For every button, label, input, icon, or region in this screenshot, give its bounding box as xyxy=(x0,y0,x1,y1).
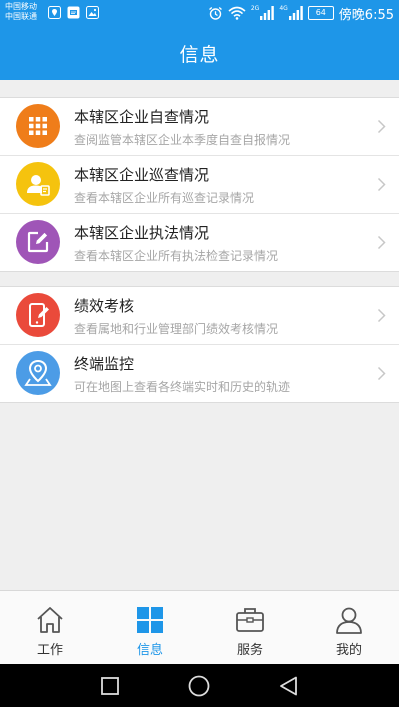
network-2g-label: 2G xyxy=(250,4,260,12)
chevron-right-icon xyxy=(377,177,386,192)
bottom-tab-bar: 工作 信息 服务 我的 xyxy=(0,590,399,665)
chevron-right-icon xyxy=(377,235,386,250)
list-item-performance[interactable]: 绩效考核 查看属地和行业管理部门绩效考核情况 xyxy=(0,287,399,345)
tab-service[interactable]: 服务 xyxy=(200,591,300,665)
chevron-right-icon xyxy=(377,366,386,381)
list-item-subtitle: 可在地图上查看各终端实时和历史的轨迹 xyxy=(74,380,291,394)
grid-icon xyxy=(16,104,60,148)
tab-work[interactable]: 工作 xyxy=(0,591,100,665)
clock: 傍晚6:55 xyxy=(338,7,394,23)
list-item-subtitle: 查阅监管本辖区企业本季度自查自报情况 xyxy=(74,133,291,147)
edit-icon xyxy=(16,220,60,264)
tab-label: 工作 xyxy=(36,643,63,658)
chevron-right-icon xyxy=(377,119,386,134)
carrier-1: 中国移动 xyxy=(5,2,37,11)
map-pin-icon xyxy=(16,351,60,395)
carrier-2: 中国联通 xyxy=(5,12,37,21)
list-item-patrol[interactable]: 本辖区企业巡查情况 查看本辖区企业所有巡查记录情况 xyxy=(0,156,399,214)
system-nav-bar xyxy=(0,664,399,707)
home-button[interactable] xyxy=(188,675,210,697)
list-item-title: 本辖区企业巡查情况 xyxy=(74,166,210,184)
chevron-right-icon xyxy=(377,308,386,323)
list-item-enforcement[interactable]: 本辖区企业执法情况 查看本辖区企业所有执法检查记录情况 xyxy=(0,214,399,271)
list-item-self-inspection[interactable]: 本辖区企业自查情况 查阅监管本辖区企业本季度自查自报情况 xyxy=(0,98,399,156)
status-right: 2G 4G 64 傍晚6:55 xyxy=(208,3,394,23)
tab-info[interactable]: 信息 xyxy=(100,591,200,665)
tab-label: 我的 xyxy=(335,643,362,658)
home-icon xyxy=(37,607,63,633)
signal-icon xyxy=(260,6,275,20)
status-bar: 中国移动 中国联通 2G 4G 64 傍晚6:55 xyxy=(0,0,399,26)
image-icon xyxy=(86,6,99,19)
windows-grid-icon xyxy=(137,607,163,633)
battery-icon: 64 xyxy=(307,6,334,20)
list-group-supervision: 本辖区企业自查情况 查阅监管本辖区企业本季度自查自报情况 本辖区企业巡查情况 查… xyxy=(0,97,399,272)
tab-label: 服务 xyxy=(236,643,263,658)
carrier-info: 中国移动 中国联通 xyxy=(5,2,37,22)
battery-level: 64 xyxy=(315,8,326,17)
signal-icon xyxy=(288,6,303,20)
list-item-title: 绩效考核 xyxy=(74,297,135,315)
user-icon xyxy=(336,607,362,634)
wifi-icon xyxy=(228,6,246,20)
tab-me[interactable]: 我的 xyxy=(299,591,399,665)
header: 信息 xyxy=(0,26,399,80)
network-4g-label: 4G xyxy=(279,4,288,12)
list-item-title: 本辖区企业执法情况 xyxy=(74,224,210,242)
alarm-icon xyxy=(208,6,222,20)
tab-label: 信息 xyxy=(136,643,163,658)
phone-edit-icon xyxy=(16,293,60,337)
list-item-title: 终端监控 xyxy=(74,355,135,373)
app-screen: 中国移动 中国联通 2G 4G 64 傍晚6:55 信息 本辖区企业自查情况 查… xyxy=(0,0,399,707)
list-group-management: 绩效考核 查看属地和行业管理部门绩效考核情况 终端监控 可在地图上查看各终端实时… xyxy=(0,286,399,403)
notification-icon xyxy=(67,6,80,19)
location-icon xyxy=(48,6,61,19)
list-item-title: 本辖区企业自查情况 xyxy=(74,108,210,126)
inspector-icon xyxy=(16,162,60,206)
list-item-subtitle: 查看属地和行业管理部门绩效考核情况 xyxy=(74,322,279,336)
list-item-subtitle: 查看本辖区企业所有执法检查记录情况 xyxy=(74,249,279,263)
list-item-subtitle: 查看本辖区企业所有巡查记录情况 xyxy=(74,191,255,205)
toolbox-icon xyxy=(236,608,264,632)
list-item-terminal-monitor[interactable]: 终端监控 可在地图上查看各终端实时和历史的轨迹 xyxy=(0,345,399,402)
back-button[interactable] xyxy=(279,676,298,696)
recent-apps-button[interactable] xyxy=(101,677,119,695)
page-title: 信息 xyxy=(179,44,220,66)
